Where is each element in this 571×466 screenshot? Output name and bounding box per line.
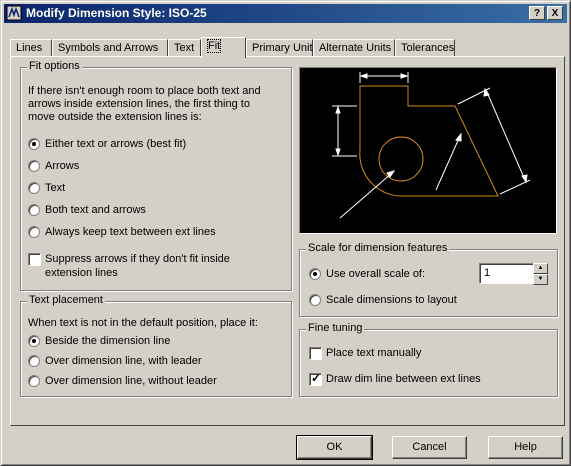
tab-label: Primary Units <box>252 42 319 54</box>
radio-text[interactable] <box>28 182 40 194</box>
spin-up-icon[interactable]: ▲ <box>533 263 548 274</box>
scale-legend: Scale for dimension features <box>306 242 450 254</box>
cancel-button[interactable]: Cancel <box>392 436 467 459</box>
tab-label: Text <box>174 42 195 54</box>
fit-description-line-1: If there isn't enough room to place both… <box>28 85 261 97</box>
suppress-arrows-checkbox[interactable] <box>28 253 41 266</box>
radio-text-label[interactable]: Text <box>45 182 65 194</box>
tab-label: Symbols and Arrows <box>58 42 159 54</box>
tab-text[interactable]: Text <box>168 39 201 57</box>
fit-description-line-3: move outside the extension lines is: <box>28 111 202 123</box>
radio-use-overall-scale-label[interactable]: Use overall scale of: <box>326 268 425 280</box>
tab-alternate-units[interactable]: Alternate Units <box>313 39 395 57</box>
radio-beside-dim-line[interactable] <box>28 335 40 347</box>
fit-description-line-2: arrows inside extension lines, the first… <box>28 98 250 110</box>
draw-dim-line-label[interactable]: Draw dim line between ext lines <box>326 373 481 385</box>
place-text-manually-label[interactable]: Place text manually <box>326 347 421 359</box>
help-question-button[interactable]: ? <box>529 6 545 20</box>
radio-use-overall-scale[interactable] <box>309 268 321 280</box>
dialog-window: Modify Dimension Style: ISO-25 ? X Lines… <box>0 0 571 466</box>
app-icon <box>6 5 22 21</box>
title-bar[interactable]: Modify Dimension Style: ISO-25 ? X <box>4 4 567 23</box>
tab-label: Fit <box>206 39 222 53</box>
text-placement-description: When text is not in the default position… <box>28 317 258 329</box>
radio-over-with-leader-label[interactable]: Over dimension line, with leader <box>45 355 202 367</box>
radio-arrows[interactable] <box>28 160 40 172</box>
radio-beside-dim-line-label[interactable]: Beside the dimension line <box>45 335 170 347</box>
radio-best-fit[interactable] <box>28 138 40 150</box>
tab-lines[interactable]: Lines <box>10 39 52 57</box>
radio-scale-to-layout-label[interactable]: Scale dimensions to layout <box>326 294 457 306</box>
suppress-arrows-label-2[interactable]: extension lines <box>45 267 118 279</box>
tab-tolerances[interactable]: Tolerances <box>395 39 455 57</box>
ok-button[interactable]: OK <box>296 435 373 460</box>
radio-over-without-leader-label[interactable]: Over dimension line, without leader <box>45 375 217 387</box>
tab-label: Tolerances <box>401 42 455 54</box>
tab-symbols-and-arrows[interactable]: Symbols and Arrows <box>52 39 168 57</box>
radio-scale-to-layout[interactable] <box>309 294 321 306</box>
radio-keep-text-between-label[interactable]: Always keep text between ext lines <box>45 226 216 238</box>
tab-label: Lines <box>16 42 43 54</box>
radio-both-text-arrows[interactable] <box>28 204 40 216</box>
overall-scale-input[interactable]: 1 <box>479 263 535 284</box>
close-button[interactable]: X <box>547 6 563 20</box>
radio-arrows-label[interactable]: Arrows <box>45 160 79 172</box>
radio-keep-text-between[interactable] <box>28 226 40 238</box>
fine-tuning-group: Fine tuning <box>299 322 558 397</box>
overall-scale-value: 1 <box>484 267 491 279</box>
suppress-arrows-label-1[interactable]: Suppress arrows if they don't fit inside <box>45 253 230 265</box>
spin-down-icon[interactable]: ▼ <box>533 274 548 285</box>
tab-fit[interactable]: Fit <box>201 37 246 58</box>
place-text-manually-checkbox[interactable] <box>309 347 322 360</box>
checkmark-icon: ✓ <box>311 371 322 385</box>
radio-both-text-arrows-label[interactable]: Both text and arrows <box>45 204 146 216</box>
fine-tuning-legend: Fine tuning <box>306 322 365 334</box>
text-placement-legend: Text placement <box>27 294 105 306</box>
help-button[interactable]: Help <box>488 436 563 459</box>
tab-label: Alternate Units <box>319 42 392 54</box>
fit-options-legend: Fit options <box>27 60 82 72</box>
tab-primary-units[interactable]: Primary Units <box>246 39 318 57</box>
radio-over-with-leader[interactable] <box>28 355 40 367</box>
draw-dim-line-checkbox[interactable]: ✓ <box>309 371 322 386</box>
radio-best-fit-label[interactable]: Either text or arrows (best fit) <box>45 138 186 150</box>
dimension-preview <box>299 67 557 234</box>
window-title: Modify Dimension Style: ISO-25 <box>26 6 207 20</box>
radio-over-without-leader[interactable] <box>28 375 40 387</box>
preview-drawing <box>332 72 531 219</box>
